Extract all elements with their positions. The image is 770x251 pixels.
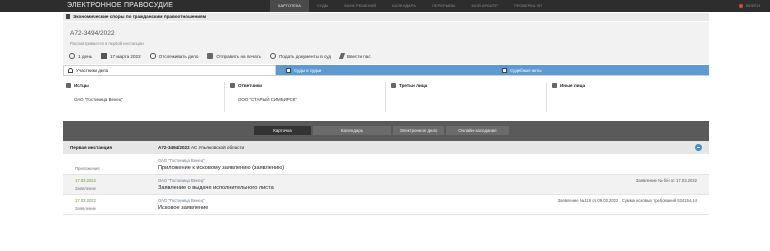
view-switcher-bar: Карточка Календарь Электронное дело Онла… xyxy=(63,121,709,141)
site-brand[interactable]: ЭЛЕКТРОННОЕ ПРАВОСУДИЕ xyxy=(67,2,173,9)
instance-header[interactable]: Первая инстанция А72-3494/2022 АС Ульяно… xyxy=(63,141,709,154)
third-parties-column: Третьи лица xyxy=(385,82,546,112)
nav-my-arbitr[interactable]: МОЙ АРБИТР xyxy=(463,0,505,12)
person-icon xyxy=(552,83,557,88)
tab-judges-label: Суды и судьи xyxy=(294,67,322,73)
case-date-label: 17 марта 2022 xyxy=(110,53,141,59)
shield-icon xyxy=(230,83,235,88)
nav-breaks[interactable]: ПЕРЕРЫВЫ xyxy=(424,0,463,12)
document-icon xyxy=(502,67,507,73)
print-button[interactable]: Отправить на печать xyxy=(207,53,261,59)
tabs-divider xyxy=(63,75,709,76)
document-title[interactable]: Заявление о выдаче исполнительного листа xyxy=(158,185,274,191)
other-parties-title: Иные лица xyxy=(560,83,586,88)
document-type: Заявление xyxy=(75,206,97,211)
instance-label: Первая инстанция xyxy=(70,145,112,150)
document-note: Заявление № б/н от 17.03.2022 xyxy=(635,178,697,183)
submit-documents-button[interactable]: Подать документы в суд xyxy=(270,53,331,59)
nav-ep-check[interactable]: ПРОВЕРКА ЭП xyxy=(506,0,550,12)
third-parties-title: Третьи лица xyxy=(399,83,428,88)
tab-judges[interactable]: Суды и судьи xyxy=(276,65,492,75)
print-label: Отправить на печать xyxy=(216,53,262,59)
document-date: 17.03.2022 xyxy=(75,178,96,183)
nav-courts[interactable]: СУДЫ xyxy=(309,0,336,12)
case-category-bar: Экономические споры по гражданским право… xyxy=(63,13,709,21)
document-author: ОАО "Гостиница Венец" xyxy=(158,178,205,183)
submit-documents-label: Подать документы в суд xyxy=(279,53,332,59)
documents-list: Приложения ОАО "Гостиница Венец" Приложе… xyxy=(63,155,709,215)
document-title[interactable]: Исковое заявление xyxy=(158,205,208,211)
document-type: Приложения xyxy=(75,166,100,171)
defendants-title: Ответчики xyxy=(238,83,262,88)
other-parties-header: Иные лица xyxy=(552,82,707,89)
top-navigation-bar: ЭЛЕКТРОННОЕ ПРАВОСУДИЕ КАРТОТЕКА СУДЫ БА… xyxy=(0,0,770,12)
instance-case-number: А72-3494/2022 xyxy=(158,145,190,150)
calendar-icon xyxy=(101,53,107,59)
person-icon xyxy=(68,68,73,73)
document-row[interactable]: 17.03.2022 Заявление ОАО "Гостиница Вене… xyxy=(63,175,709,195)
clock-icon xyxy=(69,53,75,59)
defendant-name[interactable]: ООО "СТАРЫЙ СИМБИРСК" xyxy=(238,97,385,102)
view-edelo-button[interactable]: Электронное дело xyxy=(393,126,444,135)
document-note: Заявление №118 от 09.03.2022 , Сумма иск… xyxy=(557,198,697,203)
defendants-column: Ответчики ООО "СТАРЫЙ СИМБИРСК" xyxy=(224,82,385,112)
case-category: Экономические споры по гражданским право… xyxy=(73,14,207,19)
case-toolbar: 1 день 17 марта 2022 Отслеживать дело От… xyxy=(69,52,380,60)
case-number: А72-3494/2022 xyxy=(70,30,115,37)
track-case-label: Отслеживать дело xyxy=(158,53,199,59)
case-date: 17 марта 2022 xyxy=(101,53,141,59)
defendants-header: Ответчики xyxy=(230,82,385,89)
category-flag-icon xyxy=(66,14,70,19)
case-status: Рассматривается в первой инстанции xyxy=(70,41,144,46)
other-parties-column: Иные лица xyxy=(546,82,707,112)
case-duration-label: 1 день xyxy=(78,53,92,59)
case-duration: 1 день xyxy=(69,53,92,59)
scales-icon xyxy=(66,83,71,88)
document-icon xyxy=(286,67,291,73)
document-author: ОАО "Гостиница Венец" xyxy=(158,198,205,203)
plaintiff-name[interactable]: ОАО "Гостиница Венец" xyxy=(74,97,224,102)
case-header: А72-3494/2022 Рассматривается в первой и… xyxy=(63,22,709,64)
sign-button[interactable]: Ввести пас xyxy=(338,53,371,59)
document-row[interactable]: 17.03.2022 Заявление ОАО "Гостиница Вене… xyxy=(63,195,709,215)
nav-kartoteka[interactable]: КАРТОТЕКА xyxy=(270,0,309,12)
instance-court: А72-3494/2022 АС Ульяновской области xyxy=(158,145,244,150)
tab-acts[interactable]: Судебные акты xyxy=(492,65,709,75)
track-case-button[interactable]: Отслеживать дело xyxy=(149,53,199,59)
case-tabs: Участники дела Суды и судьи Судебные акт… xyxy=(63,65,709,75)
participants-panel: Истцы ОАО "Гостиница Венец" Ответчики ОО… xyxy=(63,82,709,112)
upload-icon xyxy=(270,53,277,59)
sign-label: Ввести пас xyxy=(347,53,371,59)
plaintiffs-column: Истцы ОАО "Гостиница Венец" xyxy=(63,82,224,112)
eye-icon xyxy=(149,53,156,59)
document-date: 17.03.2022 xyxy=(75,198,96,203)
collapse-toggle-icon[interactable] xyxy=(695,144,702,151)
third-parties-header: Третьи лица xyxy=(391,82,546,89)
document-author: ОАО "Гостиница Венец" xyxy=(158,158,205,163)
main-nav: КАРТОТЕКА СУДЫ БАНК РЕШЕНИЙ КАЛЕНДАРЬ ПЕ… xyxy=(270,0,550,12)
plaintiffs-title: Истцы xyxy=(74,83,89,88)
document-title[interactable]: Приложение к исковому заявлению (заявлен… xyxy=(158,165,284,171)
tab-participants-label: Участники дела xyxy=(76,68,109,73)
nav-calendar[interactable]: КАЛЕНДАРЬ xyxy=(384,0,424,12)
nav-decisions-bank[interactable]: БАНК РЕШЕНИЙ xyxy=(336,0,384,12)
view-calendar-button[interactable]: Календарь xyxy=(313,126,391,135)
document-row[interactable]: Приложения ОАО "Гостиница Венец" Приложе… xyxy=(63,155,709,175)
login-label: ВОЙТИ xyxy=(746,3,760,8)
pen-icon xyxy=(338,53,346,59)
instance-court-name: АС Ульяновской области xyxy=(190,145,245,150)
tab-participants[interactable]: Участники дела xyxy=(63,65,276,75)
view-online-button[interactable]: Онлайн-заседание xyxy=(446,126,509,135)
plaintiffs-header: Истцы xyxy=(66,82,224,89)
printer-icon xyxy=(207,53,214,59)
document-type: Заявление xyxy=(75,186,97,191)
login-dot-icon xyxy=(739,3,744,8)
tab-acts-label: Судебные акты xyxy=(510,67,542,73)
document-icon xyxy=(391,83,396,88)
login-button[interactable]: ВОЙТИ xyxy=(739,0,760,12)
view-card-button[interactable]: Карточка xyxy=(254,126,311,135)
